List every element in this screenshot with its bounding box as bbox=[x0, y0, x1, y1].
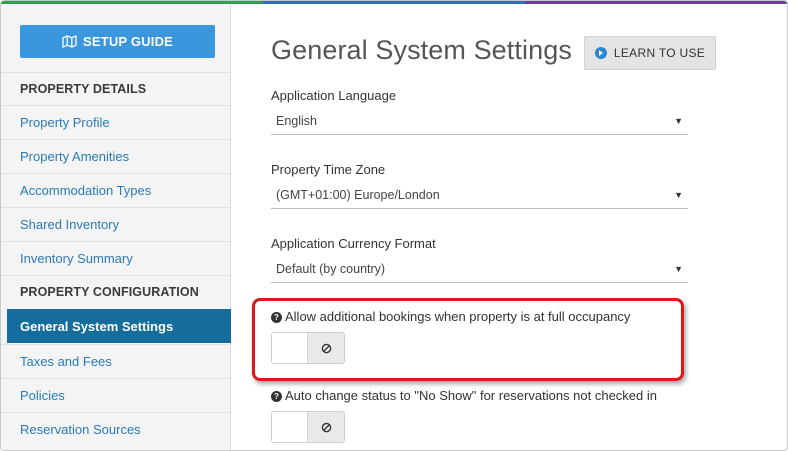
setup-guide-button[interactable]: SETUP GUIDE bbox=[20, 25, 215, 58]
question-circle-icon[interactable]: ? bbox=[271, 391, 282, 402]
map-icon bbox=[62, 35, 77, 48]
section-property-configuration: PROPERTY CONFIGURATION bbox=[1, 275, 231, 308]
caret-down-icon: ▼ bbox=[674, 116, 683, 126]
main-content: General System Settings LEARN TO USE App… bbox=[232, 4, 787, 450]
language-select[interactable]: English ▼ bbox=[271, 108, 688, 135]
caret-down-icon: ▼ bbox=[674, 190, 683, 200]
language-value: English bbox=[276, 114, 317, 128]
learn-to-use-label: LEARN TO USE bbox=[613, 46, 706, 60]
language-label: Application Language bbox=[271, 88, 397, 103]
play-circle-icon bbox=[594, 47, 607, 59]
currency-label: Application Currency Format bbox=[271, 236, 436, 251]
timezone-label: Property Time Zone bbox=[271, 162, 386, 177]
sidebar-item-shared-inventory[interactable]: Shared Inventory bbox=[1, 207, 231, 241]
sidebar-item-property-profile[interactable]: Property Profile bbox=[1, 105, 231, 139]
sidebar-item-general-system-settings[interactable]: General System Settings bbox=[7, 309, 231, 343]
learn-to-use-button[interactable]: LEARN TO USE bbox=[584, 36, 716, 70]
currency-value: Default (by country) bbox=[276, 262, 386, 276]
sidebar-item-policies[interactable]: Policies bbox=[1, 378, 231, 412]
sidebar-item-property-amenities[interactable]: Property Amenities bbox=[1, 139, 231, 173]
setup-guide-label: SETUP GUIDE bbox=[82, 34, 174, 49]
sidebar-item-inventory-summary[interactable]: Inventory Summary bbox=[1, 241, 231, 275]
currency-select[interactable]: Default (by country) ▼ bbox=[271, 256, 688, 283]
page-title: General System Settings bbox=[271, 35, 572, 65]
toggle-track bbox=[272, 412, 307, 442]
sidebar: SETUP GUIDE PROPERTY DETAILS Property Pr… bbox=[1, 4, 231, 450]
no-show-row: ? Auto change status to "No Show" for res… bbox=[271, 388, 657, 403]
no-show-label: Auto change status to "No Show" for rese… bbox=[285, 388, 657, 403]
sidebar-item-taxes-and-fees[interactable]: Taxes and Fees bbox=[1, 344, 231, 378]
no-show-toggle[interactable] bbox=[271, 411, 345, 443]
timezone-value: (GMT+01:00) Europe/London bbox=[276, 188, 440, 202]
timezone-select[interactable]: (GMT+01:00) Europe/London ▼ bbox=[271, 182, 688, 209]
sidebar-item-accommodation-types[interactable]: Accommodation Types bbox=[1, 173, 231, 207]
caret-down-icon: ▼ bbox=[674, 264, 683, 274]
toggle-knob bbox=[307, 412, 344, 442]
app-window: SETUP GUIDE PROPERTY DETAILS Property Pr… bbox=[0, 0, 788, 451]
sidebar-item-reservation-sources[interactable]: Reservation Sources bbox=[1, 412, 231, 446]
ban-icon bbox=[321, 422, 331, 432]
section-property-details: PROPERTY DETAILS bbox=[1, 72, 231, 105]
annotation-highlight-box bbox=[252, 298, 684, 381]
